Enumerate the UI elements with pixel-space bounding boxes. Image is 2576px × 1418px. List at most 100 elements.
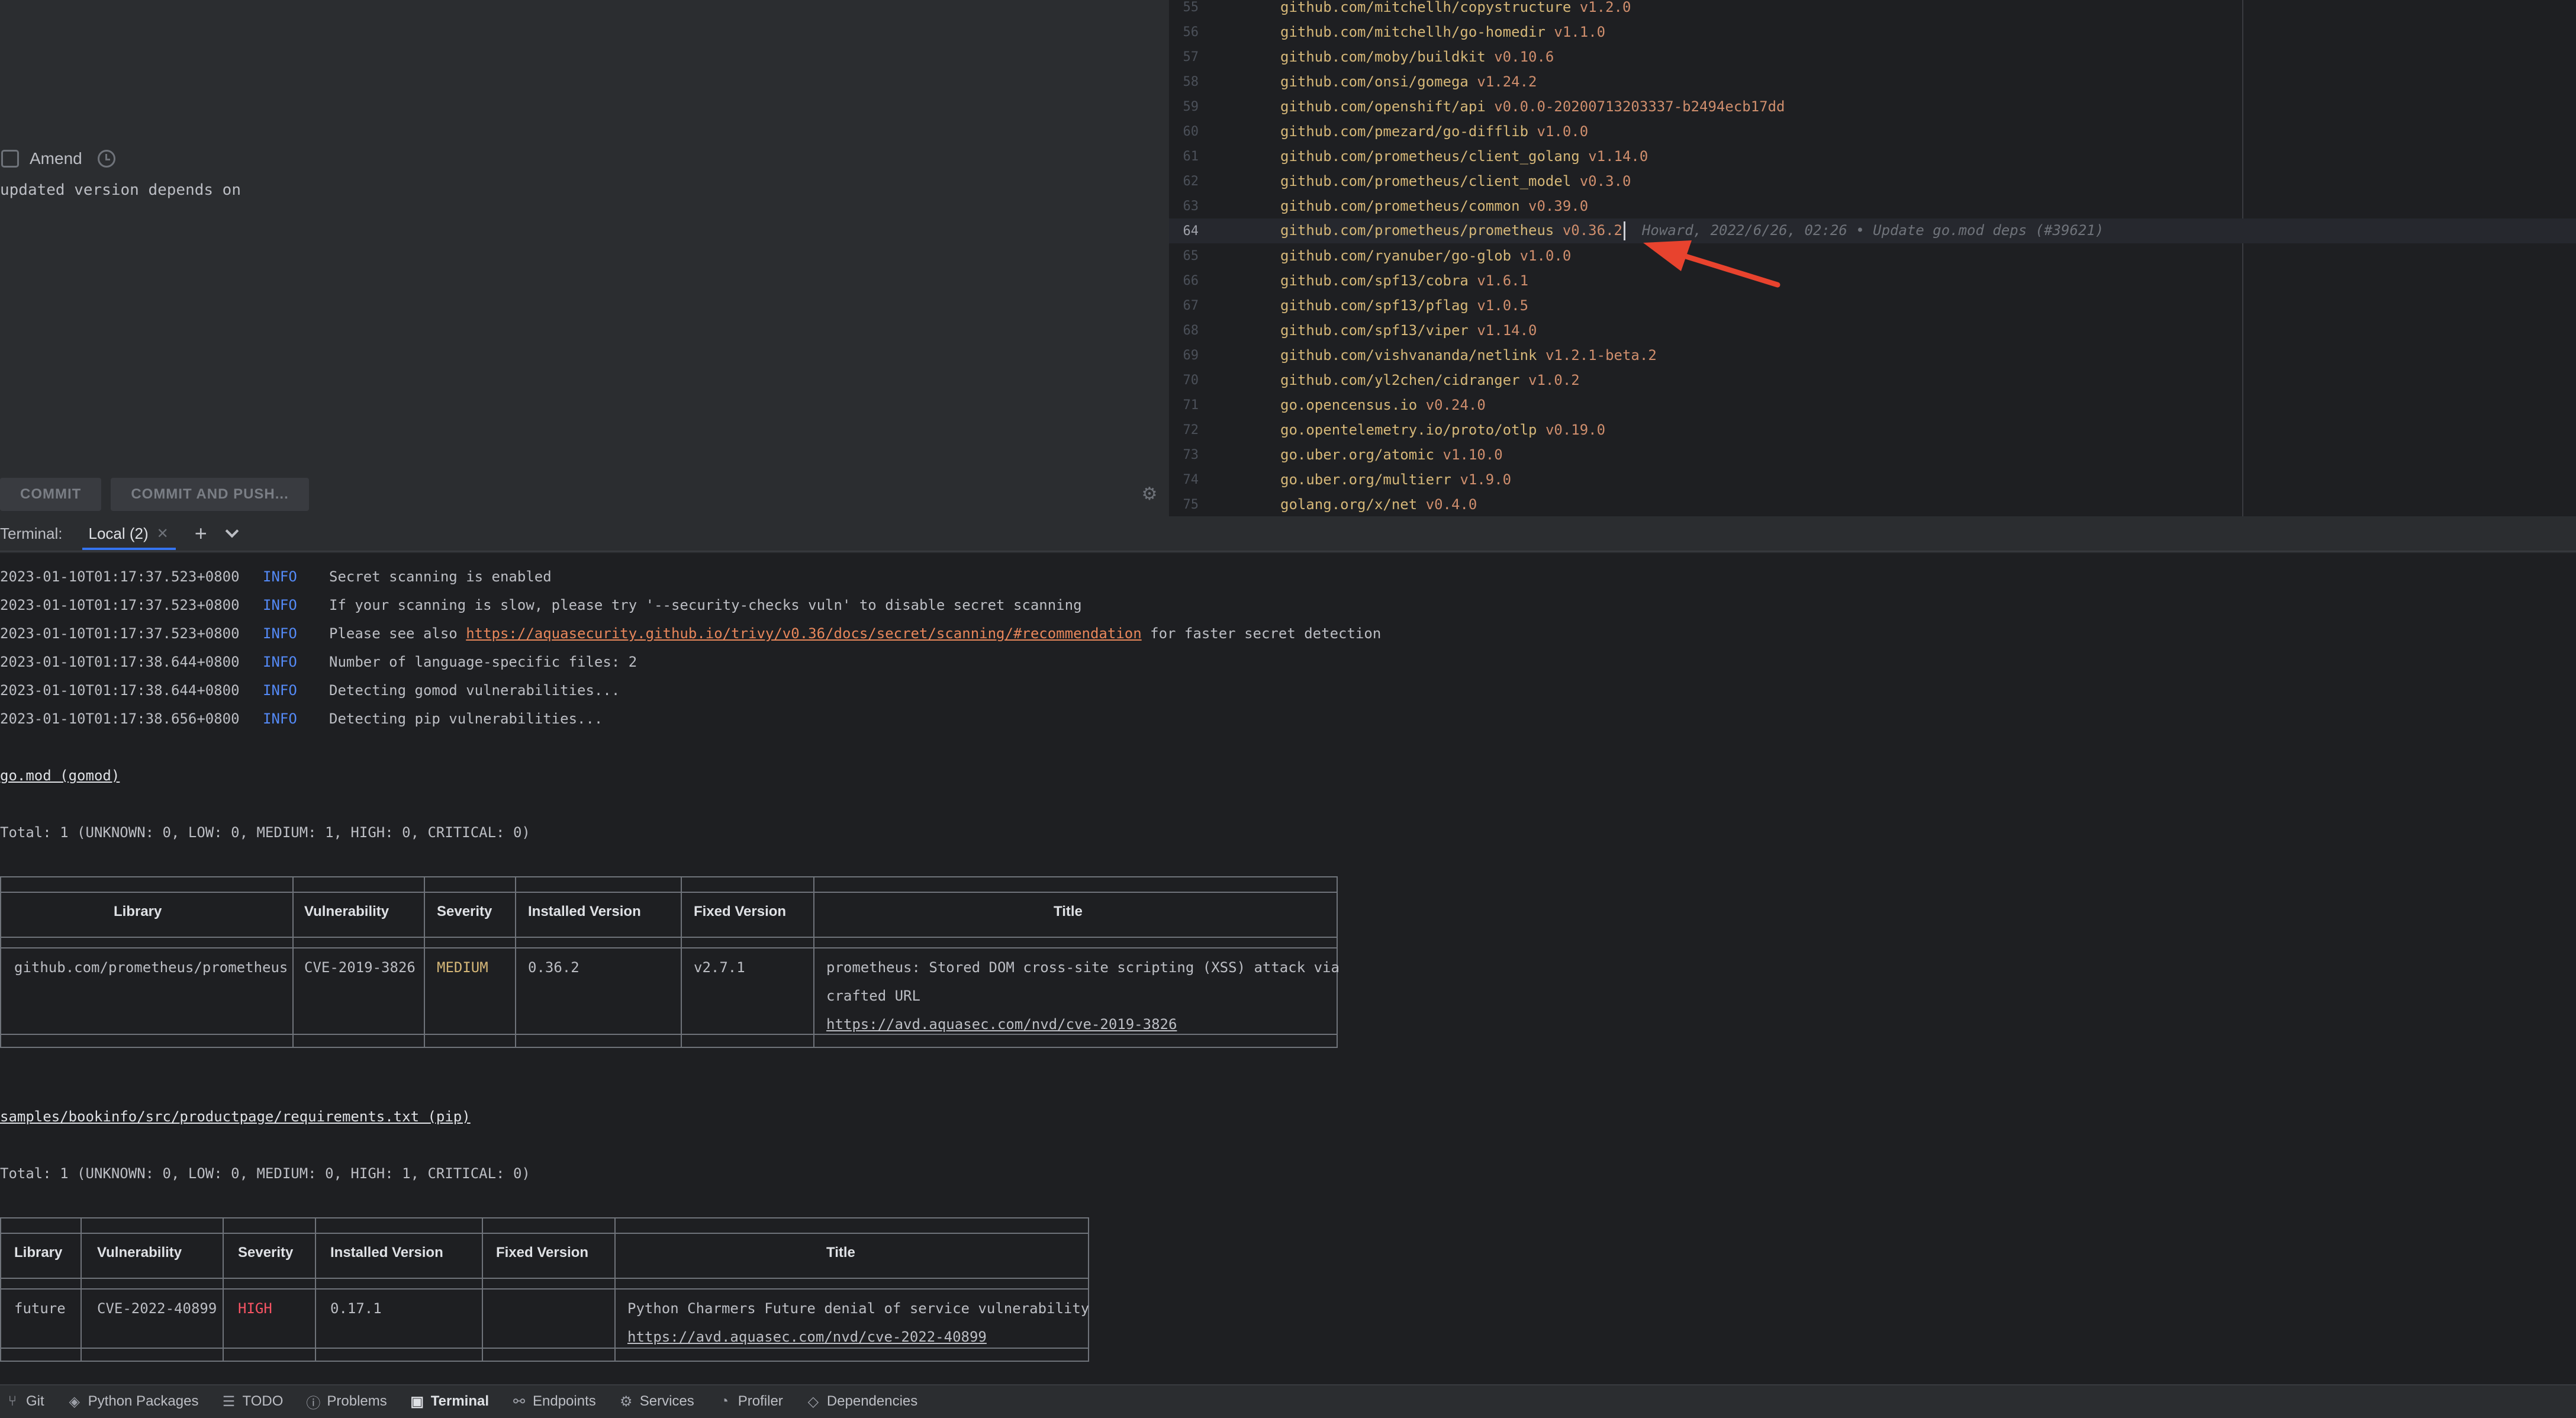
- log-message: Secret scanning is enabled: [329, 568, 552, 585]
- terminal-output[interactable]: 2023-01-10T01:17:37.523+0800 INFO Secret s…: [0, 553, 2576, 1384]
- module-version: v0.19.0: [1545, 422, 1606, 438]
- log-line: 2023-01-10T01:17:38.656+0800 INFO Detectin…: [0, 707, 603, 731]
- code-line[interactable]: 68 github.com/spf13/viper v1.14.0: [1169, 318, 2576, 343]
- code-line[interactable]: 61 github.com/prometheus/client_golang v1…: [1169, 144, 2576, 169]
- amend-checkbox[interactable]: [1, 150, 19, 168]
- toolwindow-label: Terminal: [430, 1393, 489, 1409]
- module-version: v0.36.2: [1562, 222, 1622, 239]
- code-line[interactable]: 67 github.com/spf13/pflag v1.0.5: [1169, 293, 2576, 318]
- module-path: github.com/ryanuber/go-glob: [1280, 247, 1512, 264]
- code-line[interactable]: 69 github.com/vishvananda/netlink v1.2.1-…: [1169, 343, 2576, 368]
- code-text: github.com/spf13/cobra v1.6.1: [1280, 272, 1528, 289]
- cell-fixed-version: v2.7.1: [694, 959, 745, 976]
- code-line[interactable]: 60 github.com/pmezard/go-difflib v1.0.0: [1169, 119, 2576, 144]
- log-timestamp: 2023-01-10T01:17:38.644+0800: [0, 682, 240, 699]
- code-text: golang.org/x/net v0.4.0: [1280, 496, 1477, 513]
- tool-window-bar: ⑂ Git ◈ Python Packages ☰ TODO ⓘ Problems ▣ Termi…: [0, 1384, 2576, 1417]
- code-text: github.com/prometheus/client_golang v1.1…: [1280, 148, 1648, 165]
- docs-link[interactable]: https://aquasecurity.github.io/trivy/v0.…: [466, 625, 1142, 642]
- commit-button[interactable]: COMMIT: [0, 478, 102, 511]
- tab-local-2[interactable]: Local (2) ✕: [80, 516, 178, 551]
- chevron-down-icon[interactable]: [225, 524, 239, 538]
- code-line[interactable]: 70 github.com/yl2chen/cidranger v1.0.2: [1169, 368, 2576, 393]
- code-line[interactable]: 59 github.com/openshift/api v0.0.0-202007…: [1169, 94, 2576, 119]
- amend-label: Amend: [30, 149, 82, 168]
- code-line[interactable]: 55 github.com/mitchellh/copystructure v1.…: [1169, 0, 2576, 20]
- cell-library: github.com/prometheus/prometheus: [14, 959, 288, 976]
- code-text: go.opencensus.io v0.24.0: [1280, 397, 1486, 413]
- module-path: github.com/pmezard/go-difflib: [1280, 123, 1529, 140]
- gear-icon[interactable]: ⚙: [1141, 485, 1158, 503]
- toolwindow-todo[interactable]: ☰ TODO: [221, 1385, 284, 1418]
- code-text: github.com/spf13/pflag v1.0.5: [1280, 297, 1528, 314]
- toolwindow-profiler[interactable]: ◔ Profiler: [717, 1385, 783, 1418]
- top-area: Amend updated version depends on COMMIT …: [0, 0, 2576, 516]
- log-message: Please see also: [329, 625, 466, 642]
- header-vulnerability: Vulnerability: [97, 1245, 182, 1261]
- info-icon: ⓘ: [306, 1395, 321, 1411]
- module-path: github.com/mitchellh/copystructure: [1280, 0, 1572, 15]
- commit-message-input[interactable]: updated version depends on: [0, 181, 241, 199]
- code-line[interactable]: 75 golang.org/x/net v0.4.0: [1169, 492, 2576, 516]
- log-level: INFO: [263, 625, 297, 642]
- line-number: 67: [1183, 298, 1199, 313]
- line-number: 57: [1183, 49, 1199, 65]
- module-path: github.com/spf13/pflag: [1280, 297, 1469, 314]
- code-line[interactable]: 66 github.com/spf13/cobra v1.6.1: [1169, 268, 2576, 293]
- terminal-header: Terminal: Local (2) ✕ +: [0, 516, 2576, 552]
- section-heading-pip: samples/bookinfo/src/productpage/require…: [0, 1108, 471, 1125]
- code-line[interactable]: 72 go.opentelemetry.io/proto/otlp v0.19.0: [1169, 417, 2576, 442]
- module-path: github.com/prometheus/client_golang: [1280, 148, 1580, 165]
- code-line[interactable]: 57 github.com/moby/buildkit v0.10.6: [1169, 44, 2576, 69]
- commit-and-push-button[interactable]: COMMIT AND PUSH...: [111, 478, 309, 511]
- code-line[interactable]: 65 github.com/ryanuber/go-glob v1.0.0: [1169, 243, 2576, 268]
- toolwindow-dependencies[interactable]: ◇ Dependencies: [806, 1385, 918, 1418]
- code-text: go.uber.org/atomic v1.10.0: [1280, 446, 1503, 463]
- toolwindow-services[interactable]: ⚙ Services: [619, 1385, 694, 1418]
- toolwindow-python-packages[interactable]: ◈ Python Packages: [67, 1385, 199, 1418]
- cve-link[interactable]: https://avd.aquasec.com/nvd/cve-2019-382…: [826, 1016, 1177, 1033]
- module-path: github.com/vishvananda/netlink: [1280, 347, 1537, 364]
- toolwindow-label: Python Packages: [88, 1393, 199, 1409]
- section-total-gomod: Total: 1 (UNKNOWN: 0, LOW: 0, MEDIUM: 1,…: [0, 824, 530, 841]
- header-fixed-version: Fixed Version: [694, 903, 787, 919]
- toolwindow-terminal[interactable]: ▣ Terminal: [410, 1385, 489, 1418]
- line-number: 62: [1183, 173, 1199, 189]
- toolwindow-problems[interactable]: ⓘ Problems: [305, 1385, 387, 1418]
- toolwindow-endpoints[interactable]: ⚯ Endpoints: [511, 1385, 596, 1418]
- code-text: github.com/openshift/api v0.0.0-20200713…: [1280, 98, 1785, 115]
- code-editor[interactable]: 55 github.com/mitchellh/copystructure v1.…: [1169, 0, 2576, 516]
- log-line: 2023-01-10T01:17:37.523+0800 INFO Please s…: [0, 622, 1381, 645]
- log-message: Detecting gomod vulnerabilities...: [329, 682, 620, 699]
- add-tab-plus-icon[interactable]: +: [195, 523, 207, 544]
- line-number: 61: [1183, 149, 1199, 164]
- code-line[interactable]: 71 go.opencensus.io v0.24.0: [1169, 393, 2576, 417]
- module-version: v0.10.6: [1494, 49, 1554, 65]
- code-text: go.opentelemetry.io/proto/otlp v0.19.0: [1280, 422, 1605, 438]
- module-version: v1.9.0: [1460, 471, 1512, 488]
- module-path: go.opentelemetry.io/proto/otlp: [1280, 422, 1537, 438]
- close-icon[interactable]: ✕: [157, 525, 169, 542]
- code-line[interactable]: 58 github.com/onsi/gomega v1.24.2: [1169, 69, 2576, 94]
- module-version: v0.39.0: [1528, 198, 1589, 214]
- module-version: v1.0.5: [1477, 297, 1529, 314]
- code-line[interactable]: 56 github.com/mitchellh/go-homedir v1.1.0: [1169, 20, 2576, 44]
- toolwindow-git[interactable]: ⑂ Git: [5, 1385, 44, 1418]
- log-level: INFO: [263, 597, 297, 613]
- code-line[interactable]: 63 github.com/prometheus/common v0.39.0: [1169, 194, 2576, 218]
- code-line[interactable]: 73 go.uber.org/atomic v1.10.0: [1169, 442, 2576, 467]
- log-timestamp: 2023-01-10T01:17:37.523+0800: [0, 625, 240, 642]
- module-version: v1.10.0: [1442, 446, 1503, 463]
- history-clock-icon[interactable]: [97, 150, 115, 168]
- services-icon: ⚙: [619, 1393, 633, 1410]
- cve-link[interactable]: https://avd.aquasec.com/nvd/cve-2022-408…: [627, 1329, 987, 1345]
- code-line[interactable]: 64 github.com/prometheus/prometheus v0.36…: [1169, 218, 2576, 243]
- line-number: 72: [1183, 422, 1199, 438]
- code-text: github.com/ryanuber/go-glob v1.0.0: [1280, 247, 1571, 264]
- commit-buttons: COMMIT COMMIT AND PUSH...: [0, 478, 309, 511]
- code-text: github.com/onsi/gomega v1.24.2: [1280, 73, 1537, 90]
- code-line[interactable]: 74 go.uber.org/multierr v1.9.0: [1169, 467, 2576, 492]
- module-version: v1.2.0: [1579, 0, 1631, 15]
- code-line[interactable]: 62 github.com/prometheus/client_model v0.…: [1169, 169, 2576, 194]
- line-number: 71: [1183, 397, 1199, 413]
